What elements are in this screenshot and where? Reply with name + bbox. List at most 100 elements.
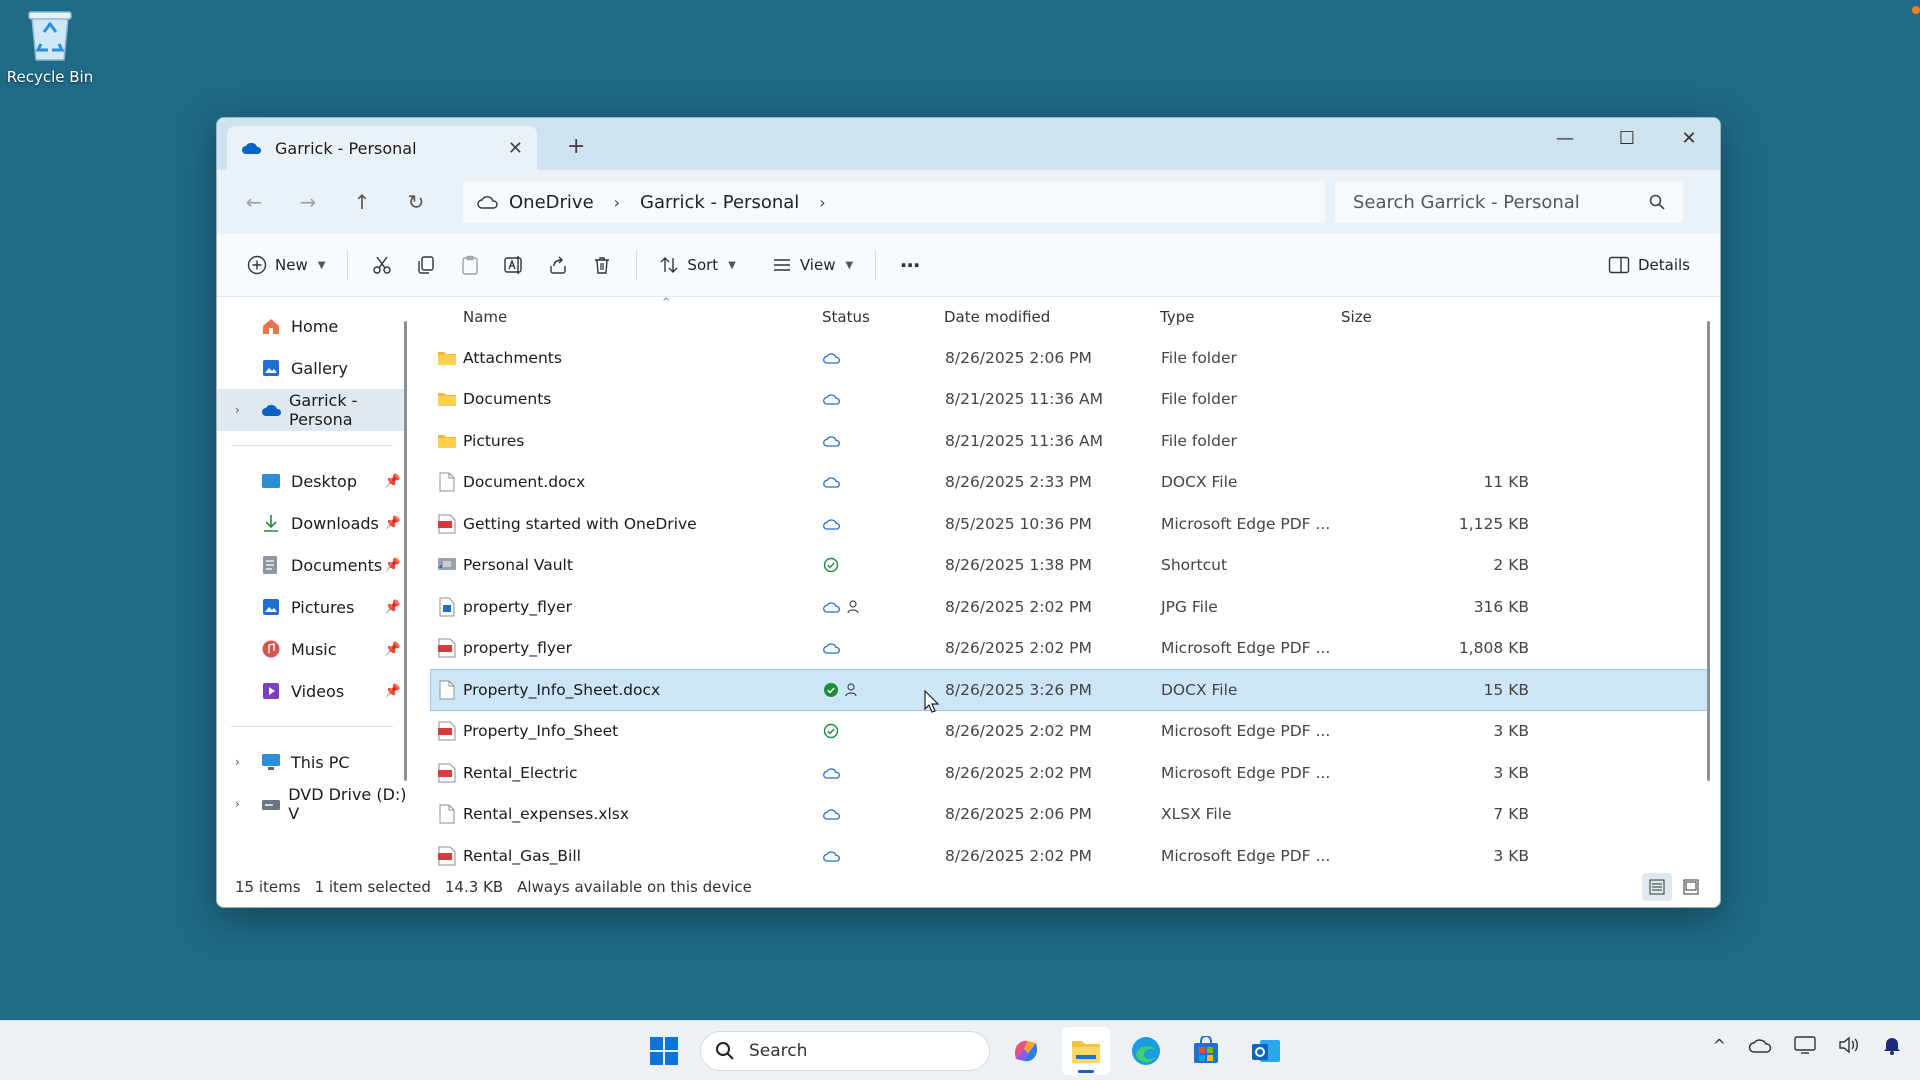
column-header-name[interactable]: Name: [463, 308, 507, 326]
taskbar-search-label: Search: [749, 1041, 808, 1061]
chevron-right-icon[interactable]: ›: [235, 797, 240, 811]
back-button[interactable]: ←: [227, 182, 281, 222]
column-header-status[interactable]: Status: [822, 308, 870, 326]
pdf-icon: [437, 638, 457, 658]
pin-icon[interactable]: 📌: [385, 642, 401, 657]
column-header-date-modified[interactable]: Date modified: [944, 308, 1050, 326]
sidebar-item-documents[interactable]: Documents 📌: [217, 544, 407, 586]
pin-icon[interactable]: 📌: [385, 600, 401, 615]
chevron-down-icon: ▼: [845, 259, 854, 271]
sidebar-item-videos[interactable]: Videos 📌: [217, 670, 407, 712]
file-row[interactable]: Getting started with OneDrive 8/5/2025 10…: [430, 503, 1710, 545]
onedrive-cloud-icon: [261, 403, 283, 417]
sidebar-item-gallery[interactable]: Gallery: [217, 347, 407, 389]
file-list-scrollbar[interactable]: [1707, 321, 1710, 781]
column-header-size[interactable]: Size: [1341, 308, 1372, 326]
delete-button[interactable]: [580, 245, 624, 285]
documents-icon: [261, 555, 285, 575]
search-box[interactable]: Search Garrick - Personal: [1335, 181, 1683, 223]
tab-garrick-personal[interactable]: Garrick - Personal ✕: [227, 126, 537, 170]
recycle-bin-shortcut[interactable]: Recycle Bin: [6, 6, 94, 86]
outlook-button[interactable]: [1242, 1027, 1290, 1075]
copilot-button[interactable]: [1002, 1027, 1050, 1075]
sync-status: [823, 808, 841, 820]
rename-button[interactable]: [492, 245, 536, 285]
sidebar-item-onedrive[interactable]: › Garrick - Persona: [217, 389, 407, 431]
large-icons-view-button[interactable]: [1676, 873, 1706, 901]
sidebar-item-downloads[interactable]: Downloads 📌: [217, 502, 407, 544]
pin-icon[interactable]: 📌: [385, 684, 401, 699]
microsoft-store-button[interactable]: [1182, 1027, 1230, 1075]
chevron-right-icon[interactable]: ›: [819, 193, 825, 212]
date-modified: 8/26/2025 1:38 PM: [945, 556, 1092, 575]
volume-icon[interactable]: [1838, 1036, 1860, 1054]
file-row[interactable]: property_flyer 8/26/2025 2:02 PM Microsoft…: [430, 628, 1710, 670]
copy-button[interactable]: [404, 245, 448, 285]
share-button[interactable]: [536, 245, 580, 285]
file-row[interactable]: Rental_expenses.xlsx 8/26/2025 2:06 PM XLS…: [430, 794, 1710, 836]
chevron-right-icon[interactable]: ›: [235, 403, 240, 417]
file-row[interactable]: Rental_Electric 8/26/2025 2:02 PM Microsof…: [430, 752, 1710, 794]
file-row[interactable]: Property_Info_Sheet.docx 8/26/2025 3:26 P…: [430, 669, 1710, 711]
edge-button[interactable]: [1122, 1027, 1170, 1075]
file-row[interactable]: Document.docx 8/26/2025 2:33 PM DOCX File 1…: [430, 462, 1710, 504]
start-button[interactable]: [640, 1027, 688, 1075]
forward-button[interactable]: →: [281, 182, 335, 222]
notification-bell-icon[interactable]: [1882, 1035, 1902, 1055]
close-window-button[interactable]: ✕: [1658, 118, 1720, 158]
details-view-button[interactable]: [1642, 873, 1672, 901]
file-name: Personal Vault: [463, 556, 573, 575]
pin-icon[interactable]: 📌: [385, 474, 401, 489]
taskbar-search[interactable]: Search: [700, 1031, 990, 1071]
file-type: File folder: [1161, 390, 1237, 409]
address-bar[interactable]: OneDrive › Garrick - Personal ›: [463, 181, 1325, 223]
maximize-button[interactable]: ☐: [1596, 118, 1658, 158]
network-icon[interactable]: [1794, 1036, 1816, 1054]
file-row[interactable]: Documents 8/21/2025 11:36 AM File folder: [430, 379, 1710, 421]
cut-button[interactable]: [360, 245, 404, 285]
file-row[interactable]: Property_Info_Sheet 8/26/2025 2:02 PM Micr…: [430, 711, 1710, 753]
pin-icon[interactable]: 📌: [385, 516, 401, 531]
onedrive-tray-icon[interactable]: [1748, 1037, 1772, 1053]
more-options-button[interactable]: ⋯: [888, 245, 932, 285]
sidebar-item-this-pc[interactable]: › This PC: [217, 741, 407, 783]
file-row[interactable]: Attachments 8/26/2025 2:06 PM File folder: [430, 337, 1710, 379]
file-size: 3 KB: [1493, 763, 1529, 782]
file-row[interactable]: Pictures 8/21/2025 11:36 AM File folder: [430, 420, 1710, 462]
copilot-icon: [1014, 1040, 1038, 1062]
refresh-button[interactable]: ↻: [389, 182, 443, 222]
column-header-type[interactable]: Type: [1160, 308, 1194, 326]
new-button[interactable]: New ▼: [237, 245, 335, 285]
up-button[interactable]: ↑: [335, 182, 389, 222]
sidebar-item-desktop[interactable]: Desktop 📌: [217, 460, 407, 502]
breadcrumb-onedrive[interactable]: OneDrive: [509, 192, 594, 213]
sidebar-item-music[interactable]: Music 📌: [217, 628, 407, 670]
minimize-button[interactable]: —: [1534, 118, 1596, 158]
file-row[interactable]: property_flyer 8/26/2025 2:02 PM JPG File 3…: [430, 586, 1710, 628]
file-row[interactable]: Personal Vault 8/26/2025 1:38 PM Shortcut 2…: [430, 545, 1710, 587]
view-button[interactable]: View ▼: [762, 245, 863, 285]
file-type: Microsoft Edge PDF ...: [1161, 846, 1331, 865]
new-tab-button[interactable]: +: [567, 134, 585, 159]
sidebar-item-dvd-drive[interactable]: › DVD Drive (D:) V: [217, 783, 407, 825]
navigation-bar: ← → ↑ ↻ OneDrive › Garrick - Personal › …: [217, 170, 1720, 234]
recycle-bin-label: Recycle Bin: [6, 68, 94, 86]
edge-browser-icon: [1132, 1037, 1160, 1065]
chevron-up-icon[interactable]: ^: [1713, 1036, 1726, 1055]
close-tab-icon[interactable]: ✕: [508, 138, 523, 159]
pin-icon[interactable]: 📌: [385, 558, 401, 573]
chevron-right-icon[interactable]: ›: [614, 193, 620, 212]
file-explorer-taskbar-button[interactable]: [1062, 1027, 1110, 1075]
breadcrumb-garrick-personal[interactable]: Garrick - Personal: [640, 192, 799, 213]
folder-icon: [437, 350, 457, 366]
paste-button[interactable]: [448, 245, 492, 285]
tab-title: Garrick - Personal: [275, 138, 417, 158]
sort-icon: [660, 257, 678, 273]
folder-icon: [437, 433, 457, 449]
sort-button[interactable]: Sort ▼: [649, 245, 745, 285]
chevron-right-icon[interactable]: ›: [235, 755, 240, 769]
sidebar-item-home[interactable]: Home: [217, 305, 407, 347]
sidebar-item-pictures[interactable]: Pictures 📌: [217, 586, 407, 628]
date-modified: 8/21/2025 11:36 AM: [945, 390, 1103, 409]
details-pane-button[interactable]: Details: [1598, 245, 1700, 285]
